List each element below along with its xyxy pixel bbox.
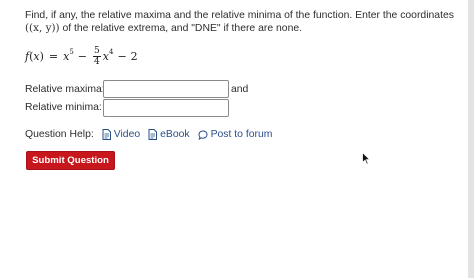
- ebook-link-label: eBook: [160, 129, 190, 140]
- document-icon: [102, 129, 111, 140]
- question-help-row: Question Help: Video eBook Post to forum: [25, 128, 280, 141]
- formula-term2-exp: 4: [108, 48, 114, 56]
- question-text-part2: of the relative extrema, and "DNE" if th…: [59, 23, 303, 34]
- formula-constant: 2: [130, 49, 138, 63]
- formula-equals: =: [48, 49, 59, 63]
- speech-bubble-icon: [198, 129, 208, 140]
- question-help-label: Question Help:: [25, 129, 94, 140]
- post-to-forum-label: Post to forum: [210, 129, 273, 140]
- post-to-forum-link[interactable]: Post to forum: [198, 129, 273, 140]
- formula-fraction: 5 4: [93, 46, 101, 67]
- question-text-part1: Find, if any, the relative maxima and th…: [25, 10, 454, 21]
- submit-question-button[interactable]: Submit Question: [26, 151, 115, 170]
- right-edge-divider: [468, 0, 474, 278]
- coordinate-notation: ((x, y)): [25, 22, 60, 34]
- formula-paren-close: ): [39, 49, 44, 63]
- and-label: and: [231, 84, 249, 95]
- fraction-numerator: 5: [93, 45, 101, 57]
- formula-minus2: −: [117, 49, 127, 63]
- relative-minima-label: Relative minima:: [25, 102, 102, 113]
- relative-maxima-input[interactable]: [103, 80, 229, 98]
- document-icon: [148, 129, 158, 140]
- relative-maxima-label: Relative maxima:: [25, 84, 105, 95]
- video-link[interactable]: Video: [102, 129, 140, 140]
- formula-term1-exp: 5: [69, 48, 74, 56]
- function-formula: f ( x ) = x 5 − 5 4 x 4 − 2: [25, 43, 138, 69]
- formula-minus1: −: [77, 49, 88, 63]
- ebook-link[interactable]: eBook: [148, 129, 190, 140]
- fraction-denominator: 4: [94, 56, 100, 67]
- question-page: Find, if any, the relative maxima and th…: [0, 0, 474, 278]
- mouse-pointer-icon: [362, 152, 371, 165]
- video-link-label: Video: [113, 129, 141, 140]
- relative-minima-input[interactable]: [103, 99, 229, 117]
- question-text: Find, if any, the relative maxima and th…: [25, 9, 465, 35]
